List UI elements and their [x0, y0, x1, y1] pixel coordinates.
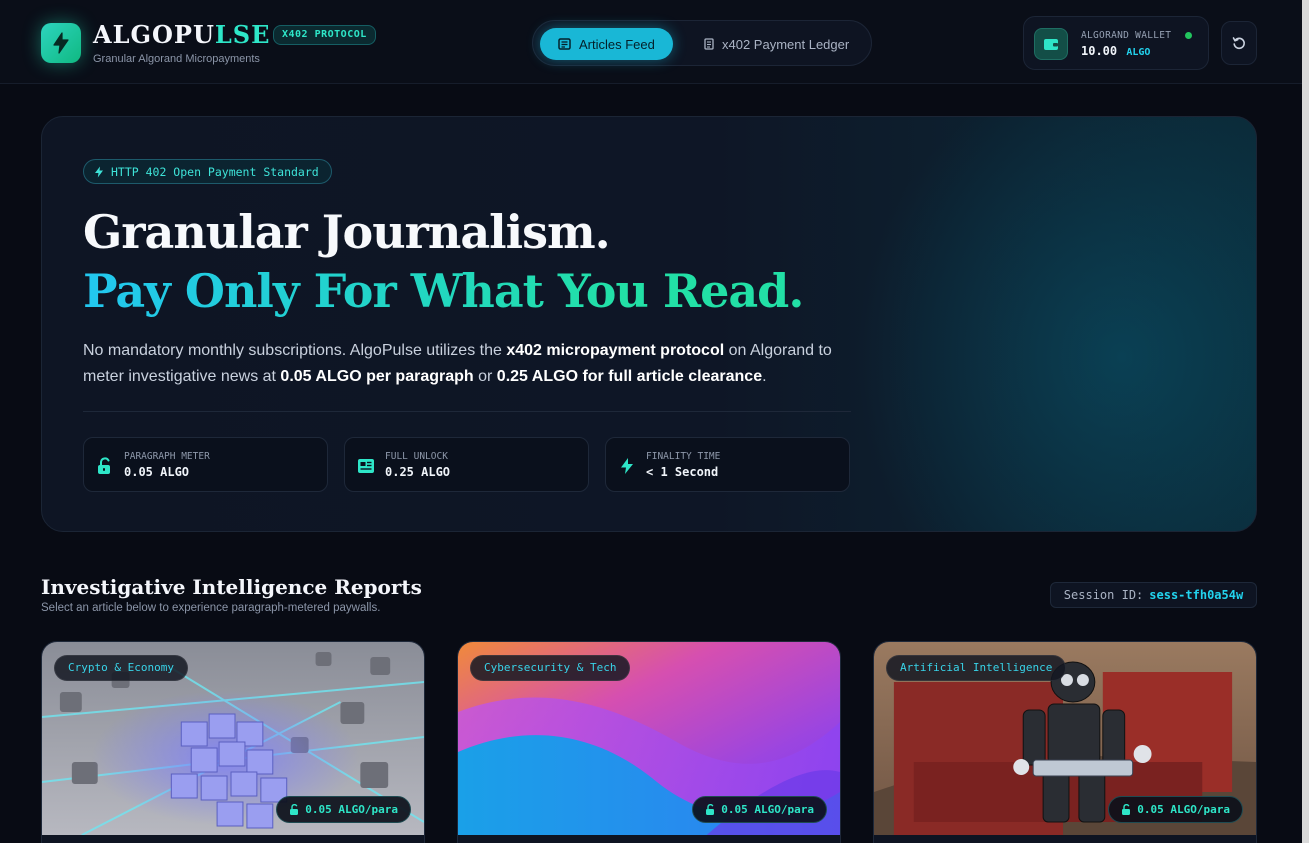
- session-label: Session ID:: [1063, 588, 1144, 602]
- tab-articles-feed-label: Articles Feed: [579, 36, 655, 52]
- lightning-icon: [95, 166, 103, 177]
- main-nav: Articles Feed x402 Payment Ledger: [532, 20, 872, 66]
- protocol-badge: X402 PROTOCOL: [273, 25, 376, 45]
- newspaper-icon: [358, 459, 374, 473]
- tab-articles-feed[interactable]: Articles Feed: [540, 28, 673, 60]
- session-id-badge: Session ID: sess-tfh0a54w: [1050, 582, 1257, 608]
- desc-text-3: or: [473, 368, 497, 385]
- stat-label: FINALITY TIME: [646, 451, 721, 462]
- stat-value: < 1 Second: [646, 465, 719, 479]
- brand-main: ALGOPU: [93, 20, 215, 49]
- article-card-ai[interactable]: Artificial Intelligence 0.05 ALGO/para: [873, 641, 1257, 843]
- lightning-icon: [621, 458, 633, 474]
- stat-value: 0.25 ALGO: [385, 465, 451, 479]
- brand-name: ALGOPULSE: [93, 20, 270, 49]
- wallet-status-dot: [1185, 32, 1192, 39]
- desc-text-1: No mandatory monthly subscriptions. Algo…: [83, 342, 507, 359]
- hero-description: No mandatory monthly subscriptions. Algo…: [83, 338, 873, 390]
- stat-value: 0.05 ALGO: [124, 465, 190, 479]
- logo[interactable]: [41, 23, 81, 63]
- stat-label: FULL UNLOCK: [385, 451, 448, 462]
- wallet-balance-value: 10.00: [1081, 44, 1118, 58]
- standard-badge: HTTP 402 Open Payment Standard: [83, 159, 332, 184]
- card-body: [42, 835, 424, 843]
- price-badge: 0.05 ALGO/para: [1108, 796, 1243, 823]
- tagline: Granular Algorand Micropayments: [93, 53, 260, 65]
- category-badge: Crypto & Economy: [54, 655, 188, 681]
- newspaper-icon: [558, 38, 571, 50]
- price-label: 0.05 ALGO/para: [305, 803, 398, 816]
- category-badge: Cybersecurity & Tech: [470, 655, 631, 681]
- lock-open-icon: [98, 457, 110, 474]
- window-edge: [1302, 0, 1309, 843]
- hero-title-highlight: Pay Only For What You Read.: [83, 264, 804, 318]
- section-subtitle: Select an article below to experience pa…: [41, 602, 381, 614]
- stat-finality-time: FINALITY TIME < 1 Second: [605, 437, 850, 492]
- ledger-icon: [704, 38, 714, 50]
- brand-accent: LSE: [214, 20, 271, 49]
- desc-bold-3: 0.25 ALGO for full article clearance: [496, 368, 763, 385]
- lightning-icon: [53, 32, 69, 54]
- stat-label: PARAGRAPH METER: [124, 451, 210, 462]
- hero-banner: HTTP 402 Open Payment Standard Granular …: [41, 116, 1257, 532]
- price-badge: 0.05 ALGO/para: [276, 796, 411, 823]
- app-header: ALGOPULSE X402 PROTOCOL Granular Algoran…: [0, 0, 1309, 84]
- price-label: 0.05 ALGO/para: [1137, 803, 1230, 816]
- tab-payment-ledger[interactable]: x402 Payment Ledger: [686, 28, 867, 60]
- desc-bold-1: x402 micropayment protocol: [506, 342, 725, 359]
- wallet-panel[interactable]: ALGORAND WALLET 10.00 ALGO: [1023, 16, 1209, 70]
- lock-open-icon: [290, 804, 299, 815]
- standard-badge-label: HTTP 402 Open Payment Standard: [111, 164, 319, 179]
- wallet-icon-box: [1034, 28, 1068, 60]
- refresh-icon: [1232, 37, 1245, 50]
- reset-button[interactable]: [1221, 21, 1257, 65]
- wallet-balance: 10.00 ALGO: [1081, 44, 1150, 58]
- hero-divider: [83, 411, 851, 412]
- article-card-crypto[interactable]: Crypto & Economy 0.05 ALGO/para: [41, 641, 425, 843]
- wallet-icon: [1044, 39, 1058, 50]
- card-body: [874, 835, 1256, 843]
- hero-title: Granular Journalism.: [83, 205, 611, 259]
- lock-open-icon: [706, 804, 715, 815]
- desc-text-4: .: [762, 368, 767, 385]
- article-card-cybersecurity[interactable]: Cybersecurity & Tech 0.05 ALGO/para: [457, 641, 841, 843]
- session-id-value: sess-tfh0a54w: [1149, 588, 1244, 602]
- section-title: Investigative Intelligence Reports: [41, 575, 422, 599]
- stat-paragraph-meter: PARAGRAPH METER 0.05 ALGO: [83, 437, 328, 492]
- tab-payment-ledger-label: x402 Payment Ledger: [722, 36, 850, 52]
- lock-open-icon: [1122, 804, 1131, 815]
- stat-full-unlock: FULL UNLOCK 0.25 ALGO: [344, 437, 589, 492]
- category-badge: Artificial Intelligence: [886, 655, 1067, 681]
- desc-bold-2: 0.05 ALGO per paragraph: [280, 368, 474, 385]
- card-body: [458, 835, 840, 843]
- wallet-label: ALGORAND WALLET: [1081, 30, 1172, 41]
- price-badge: 0.05 ALGO/para: [692, 796, 827, 823]
- price-label: 0.05 ALGO/para: [721, 803, 814, 816]
- wallet-balance-unit: ALGO: [1126, 47, 1151, 58]
